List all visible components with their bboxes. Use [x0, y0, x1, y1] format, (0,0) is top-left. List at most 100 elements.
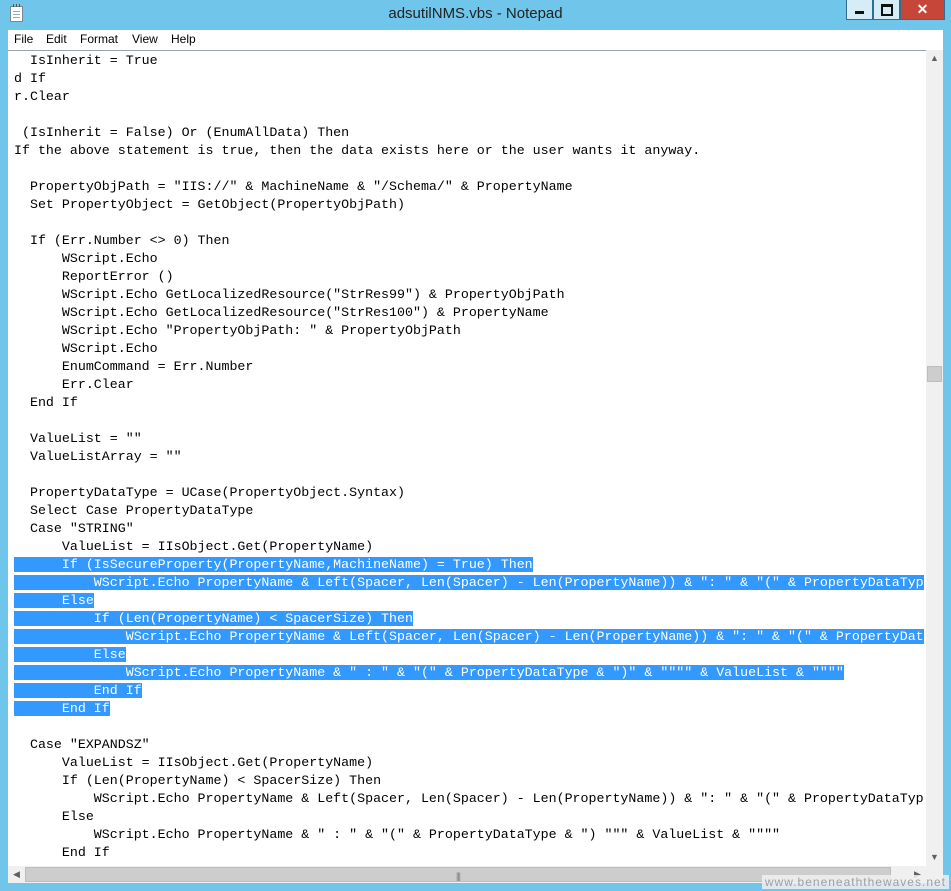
line-text: Case "EXPANDSZ" — [14, 737, 150, 752]
vertical-scroll-thumb[interactable] — [927, 366, 942, 382]
line-text: Select Case PropertyDataType — [14, 503, 254, 518]
line-text: WScript.Echo "PropertyObjPath: " & Prope… — [14, 323, 461, 338]
text-line: d If — [14, 70, 924, 88]
selected-text: Else — [14, 593, 94, 608]
line-text: WScript.Echo — [14, 251, 158, 266]
text-line: WScript.Echo "PropertyObjPath: " & Prope… — [14, 322, 924, 340]
menu-format[interactable]: Format — [80, 32, 118, 46]
text-line: ValueList = "" — [14, 430, 924, 448]
maximize-icon — [880, 4, 893, 16]
text-line: End If — [14, 394, 924, 412]
title-bar[interactable]: adsutilNMS.vbs - Notepad ✕ — [0, 0, 951, 29]
text-line: ValueList = IIsObject.Get(PropertyName) — [14, 754, 924, 772]
text-line: WScript.Echo — [14, 250, 924, 268]
line-text: r.Clear — [14, 89, 70, 104]
text-line: End If — [14, 682, 924, 700]
text-line: WScript.Echo — [14, 340, 924, 358]
selected-text: WScript.Echo PropertyName & " : " & "(" … — [14, 665, 844, 680]
text-line: WScript.Echo GetLocalizedResource("StrRe… — [14, 286, 924, 304]
line-text: Else — [14, 809, 94, 824]
text-editor[interactable]: IsInherit = True d If r.Clear (IsInherit =… — [8, 50, 926, 867]
text-line: If (Len(PropertyName) < SpacerSize) Then — [14, 610, 924, 628]
text-line — [14, 160, 924, 178]
line-text: Err.Clear — [14, 377, 134, 392]
text-line: IsInherit = True — [14, 52, 924, 70]
notepad-window: adsutilNMS.vbs - Notepad ✕ File Edit For… — [0, 0, 951, 891]
line-text: (IsInherit = False) Or (EnumAllData) The… — [14, 125, 350, 140]
text-line: Else — [14, 808, 924, 826]
line-text: If the above statement is true, then the… — [14, 143, 701, 158]
text-line — [14, 466, 924, 484]
text-line — [14, 718, 924, 736]
line-text: WScript.Echo PropertyName & Left(Spacer,… — [14, 791, 924, 806]
text-line — [14, 214, 924, 232]
menu-bar: File Edit Format View Help — [8, 30, 943, 49]
text-line: WScript.Echo PropertyName & " : " & "(" … — [14, 826, 924, 844]
line-text: PropertyDataType = UCase(PropertyObject.… — [14, 485, 405, 500]
text-line: End If — [14, 700, 924, 718]
text-line: ValueList = IIsObject.Get(PropertyName) — [14, 538, 924, 556]
scroll-grip-icon: ||| — [455, 871, 461, 881]
scroll-up-icon[interactable]: ▲ — [926, 50, 943, 67]
selected-text: WScript.Echo PropertyName & Left(Spacer,… — [14, 629, 924, 644]
selected-text: End If — [14, 683, 142, 698]
minimize-icon — [855, 11, 864, 14]
text-line: If (Err.Number <> 0) Then — [14, 232, 924, 250]
window-title: adsutilNMS.vbs - Notepad — [388, 5, 563, 22]
line-text: If (Len(PropertyName) < SpacerSize) Then — [14, 773, 382, 788]
text-line: PropertyDataType = UCase(PropertyObject.… — [14, 484, 924, 502]
line-text: WScript.Echo — [14, 341, 158, 356]
line-text: ValueList = IIsObject.Get(PropertyName) — [14, 755, 374, 770]
text-line — [14, 106, 924, 124]
line-text: ValueListArray = "" — [14, 449, 182, 464]
vertical-scrollbar[interactable]: ▲ ▼ — [926, 50, 943, 866]
text-line: End If — [14, 844, 924, 862]
selected-text: If (Len(PropertyName) < SpacerSize) Then — [14, 611, 413, 626]
text-line: Else — [14, 646, 924, 664]
line-text: PropertyObjPath = "IIS://" & MachineName… — [14, 179, 573, 194]
selected-text: End If — [14, 701, 110, 716]
maximize-button[interactable] — [873, 0, 900, 20]
selected-text: If (IsSecureProperty(PropertyName,Machin… — [14, 557, 533, 572]
text-line: EnumCommand = Err.Number — [14, 358, 924, 376]
text-line: If (IsSecureProperty(PropertyName,Machin… — [14, 556, 924, 574]
menu-edit[interactable]: Edit — [46, 32, 67, 46]
minimize-button[interactable] — [846, 0, 873, 20]
text-line: WScript.Echo PropertyName & Left(Spacer,… — [14, 574, 924, 592]
line-text: d If — [14, 71, 46, 86]
scroll-down-icon[interactable]: ▼ — [926, 849, 943, 866]
text-line: WScript.Echo GetLocalizedResource("StrRe… — [14, 304, 924, 322]
text-line: Else — [14, 592, 924, 610]
line-text: WScript.Echo PropertyName & " : " & "(" … — [14, 827, 781, 842]
menu-view[interactable]: View — [132, 32, 158, 46]
text-line: WScript.Echo PropertyName & Left(Spacer,… — [14, 790, 924, 808]
watermark: www.beneneaththewaves.net — [761, 875, 949, 889]
client-area: File Edit Format View Help IsInherit = T… — [8, 30, 943, 883]
line-text: Set PropertyObject = GetObject(PropertyO… — [14, 197, 405, 212]
line-text: IsInherit = True — [14, 53, 158, 68]
text-line: If (Len(PropertyName) < SpacerSize) Then — [14, 772, 924, 790]
text-line: (IsInherit = False) Or (EnumAllData) The… — [14, 124, 924, 142]
text-line: WScript.Echo PropertyName & " : " & "(" … — [14, 664, 924, 682]
text-line: If the above statement is true, then the… — [14, 142, 924, 160]
menu-help[interactable]: Help — [171, 32, 196, 46]
line-text: ValueList = "" — [14, 431, 142, 446]
line-text: ReportError () — [14, 269, 174, 284]
text-line: PropertyObjPath = "IIS://" & MachineName… — [14, 178, 924, 196]
line-text: Case "STRING" — [14, 521, 134, 536]
selected-text: Else — [14, 647, 126, 662]
line-text: EnumCommand = Err.Number — [14, 359, 254, 374]
text-line: Case "EXPANDSZ" — [14, 736, 924, 754]
text-line: Case "STRING" — [14, 520, 924, 538]
code-text: IsInherit = True d If r.Clear (IsInherit =… — [14, 52, 924, 862]
menu-file[interactable]: File — [14, 32, 33, 46]
text-line: Select Case PropertyDataType — [14, 502, 924, 520]
text-line — [14, 412, 924, 430]
close-button[interactable]: ✕ — [900, 0, 945, 20]
text-line: r.Clear — [14, 88, 924, 106]
text-line: Set PropertyObject = GetObject(PropertyO… — [14, 196, 924, 214]
text-line: Err.Clear — [14, 376, 924, 394]
line-text: ValueList = IIsObject.Get(PropertyName) — [14, 539, 374, 554]
line-text: End If — [14, 395, 78, 410]
scroll-left-icon[interactable]: ◀ — [8, 866, 25, 883]
